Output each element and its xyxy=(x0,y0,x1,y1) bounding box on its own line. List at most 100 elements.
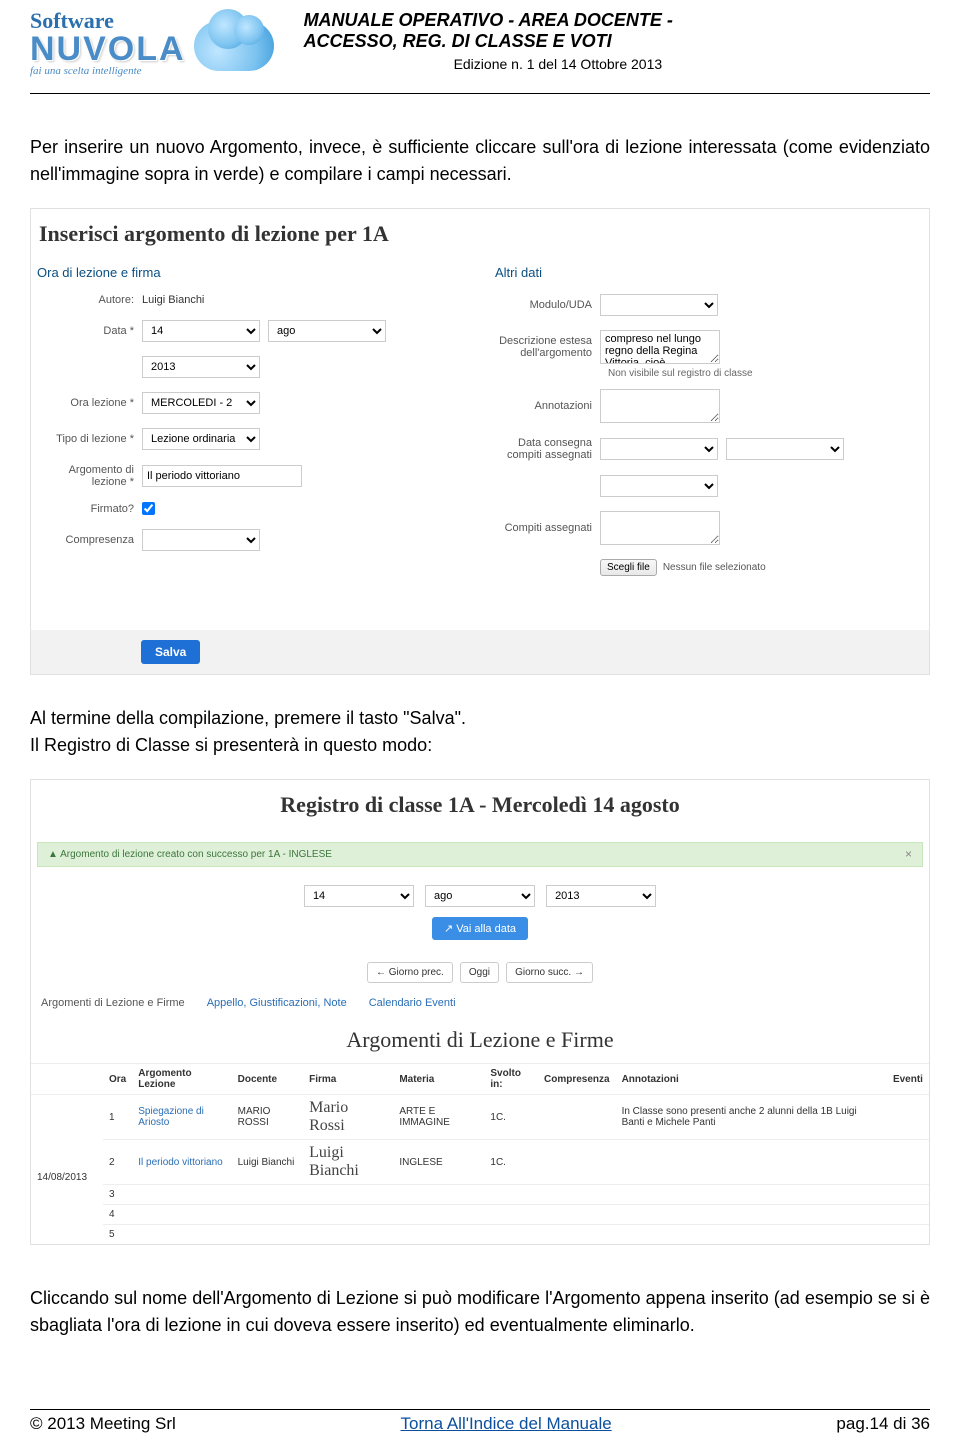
reg-select-year[interactable]: 2013 xyxy=(546,885,656,907)
paragraph-intro: Per inserire un nuovo Argomento, invece,… xyxy=(30,134,930,188)
cell-compresenza xyxy=(538,1095,616,1140)
select-compiti-day[interactable] xyxy=(600,438,718,460)
cell-ora: 5 xyxy=(103,1225,132,1245)
select-month[interactable]: ago xyxy=(268,320,386,342)
cell-compresenza xyxy=(538,1185,616,1205)
label-compiti: Compiti assegnati xyxy=(495,522,600,534)
cell-argomento[interactable]: Spiegazione di Ariosto xyxy=(132,1095,231,1140)
col-materia: Materia xyxy=(393,1064,484,1095)
cell-firma xyxy=(303,1205,393,1225)
col-compresenza: Compresenza xyxy=(538,1064,616,1095)
right-section-title: Altri dati xyxy=(495,265,923,280)
cell-svolto xyxy=(484,1205,538,1225)
cell-materia xyxy=(393,1185,484,1205)
textarea-compiti[interactable] xyxy=(600,511,720,545)
cell-materia xyxy=(393,1205,484,1225)
label-desc: Descrizione estesa dell'argomento xyxy=(495,335,600,359)
reg-select-day[interactable]: 14 xyxy=(304,885,414,907)
footer-page-number: pag.14 di 36 xyxy=(836,1414,930,1434)
close-icon[interactable]: × xyxy=(905,847,912,861)
select-year[interactable]: 2013 xyxy=(142,356,260,378)
cell-annotazioni: In Classe sono presenti anche 2 alunni d… xyxy=(616,1095,887,1140)
vai-alla-data-button[interactable]: ↗ Vai alla data xyxy=(432,917,528,940)
cell-annotazioni xyxy=(616,1185,887,1205)
label-ora: Ora lezione * xyxy=(37,397,142,409)
cell-materia: INGLESE xyxy=(393,1140,484,1185)
doc-title-line2: ACCESSO, REG. DI CLASSE E VOTI xyxy=(304,31,930,52)
cell-compresenza xyxy=(538,1140,616,1185)
footer-index-link[interactable]: Torna All'Indice del Manuale xyxy=(401,1414,612,1434)
date-side: 14/08/2013 xyxy=(31,1095,103,1245)
tab-appello[interactable]: Appello, Giustificazioni, Note xyxy=(207,997,347,1009)
col-annotazioni: Annotazioni xyxy=(616,1064,887,1095)
select-tipo[interactable]: Lezione ordinaria xyxy=(142,428,260,450)
cell-firma xyxy=(303,1225,393,1245)
checkbox-firmato[interactable] xyxy=(142,502,155,515)
select-modulo[interactable] xyxy=(600,294,718,316)
label-firmato: Firmato? xyxy=(37,503,142,515)
textarea-annot[interactable] xyxy=(600,389,720,423)
logo-tagline: fai una scelta intelligente xyxy=(30,66,186,77)
logo-brand: NUVOLA xyxy=(30,32,186,66)
cell-svolto: 1C. xyxy=(484,1140,538,1185)
paragraph-modify: Cliccando sul nome dell'Argomento di Lez… xyxy=(30,1285,930,1339)
col-svolto: Svolto in: xyxy=(484,1064,538,1095)
cell-argomento[interactable] xyxy=(132,1225,231,1245)
value-autore: Luigi Bianchi xyxy=(142,294,204,306)
cloud-icon xyxy=(194,21,274,71)
cell-docente xyxy=(232,1225,304,1245)
success-alert: ▲ Argomento di lezione creato con succes… xyxy=(37,842,923,867)
cell-eventi xyxy=(887,1140,929,1185)
cell-ora: 2 xyxy=(103,1140,132,1185)
paragraph-salva: Al termine della compilazione, premere i… xyxy=(30,708,466,728)
cell-svolto xyxy=(484,1185,538,1205)
label-modulo: Modulo/UDA xyxy=(495,299,600,311)
cell-argomento[interactable] xyxy=(132,1205,231,1225)
cell-firma: Luigi Bianchi xyxy=(303,1140,393,1185)
textarea-desc[interactable]: compreso nel lungo regno della Regina Vi… xyxy=(600,330,720,364)
label-compresenza: Compresenza xyxy=(37,534,142,546)
tab-calendario[interactable]: Calendario Eventi xyxy=(369,997,456,1009)
cell-svolto xyxy=(484,1225,538,1245)
today-button[interactable]: Oggi xyxy=(460,962,499,983)
argomenti-table: Ora Argomento Lezione Docente Firma Mate… xyxy=(31,1063,929,1244)
form-title: Inserisci argomento di lezione per 1A xyxy=(31,209,929,265)
cell-eventi xyxy=(887,1225,929,1245)
registro-title: Registro di classe 1A - Mercoledì 14 ago… xyxy=(31,780,929,836)
select-ora[interactable]: MERCOLEDI - 2 xyxy=(142,392,260,414)
prev-day-button[interactable]: ← Giorno prec. xyxy=(367,962,453,983)
cell-annotazioni xyxy=(616,1205,887,1225)
screenshot-insert-form: Inserisci argomento di lezione per 1A Or… xyxy=(30,208,930,675)
cell-docente xyxy=(232,1185,304,1205)
label-argomento: Argomento di lezione * xyxy=(37,464,142,488)
select-compiti-month[interactable] xyxy=(726,438,844,460)
label-data: Data * xyxy=(37,325,142,337)
select-compresenza[interactable] xyxy=(142,529,260,551)
cell-ora: 1 xyxy=(103,1095,132,1140)
label-tipo: Tipo di lezione * xyxy=(37,433,142,445)
cell-annotazioni xyxy=(616,1140,887,1185)
note-visibility: Non visibile sul registro di classe xyxy=(608,368,923,379)
table-row: 3 xyxy=(31,1185,929,1205)
reg-select-month[interactable]: ago xyxy=(425,885,535,907)
cell-docente: MARIO ROSSI xyxy=(232,1095,304,1140)
label-autore: Autore: xyxy=(37,294,142,306)
salva-button[interactable]: Salva xyxy=(141,640,200,664)
select-compiti-year[interactable] xyxy=(600,475,718,497)
label-compiti-data: Data consegna compiti assegnati xyxy=(495,437,600,461)
input-argomento[interactable] xyxy=(142,465,302,487)
cell-argomento[interactable] xyxy=(132,1185,231,1205)
table-row: 4 xyxy=(31,1205,929,1225)
next-day-button[interactable]: Giorno succ. → xyxy=(506,962,593,983)
alert-text: Argomento di lezione creato con successo… xyxy=(60,849,332,860)
doc-edition: Edizione n. 1 del 14 Ottobre 2013 xyxy=(304,56,930,72)
logo-software: Software xyxy=(30,10,186,32)
tab-argomenti[interactable]: Argomenti di Lezione e Firme xyxy=(41,997,185,1009)
table-row: 14/08/20131Spiegazione di AriostoMARIO R… xyxy=(31,1095,929,1140)
screenshot-registro: Registro di classe 1A - Mercoledì 14 ago… xyxy=(30,779,930,1245)
cell-svolto: 1C. xyxy=(484,1095,538,1140)
cell-argomento[interactable]: Il periodo vittoriano xyxy=(132,1140,231,1185)
choose-file-button[interactable]: Scegli file xyxy=(600,559,657,576)
select-day[interactable]: 14 xyxy=(142,320,260,342)
cell-docente: Luigi Bianchi xyxy=(232,1140,304,1185)
